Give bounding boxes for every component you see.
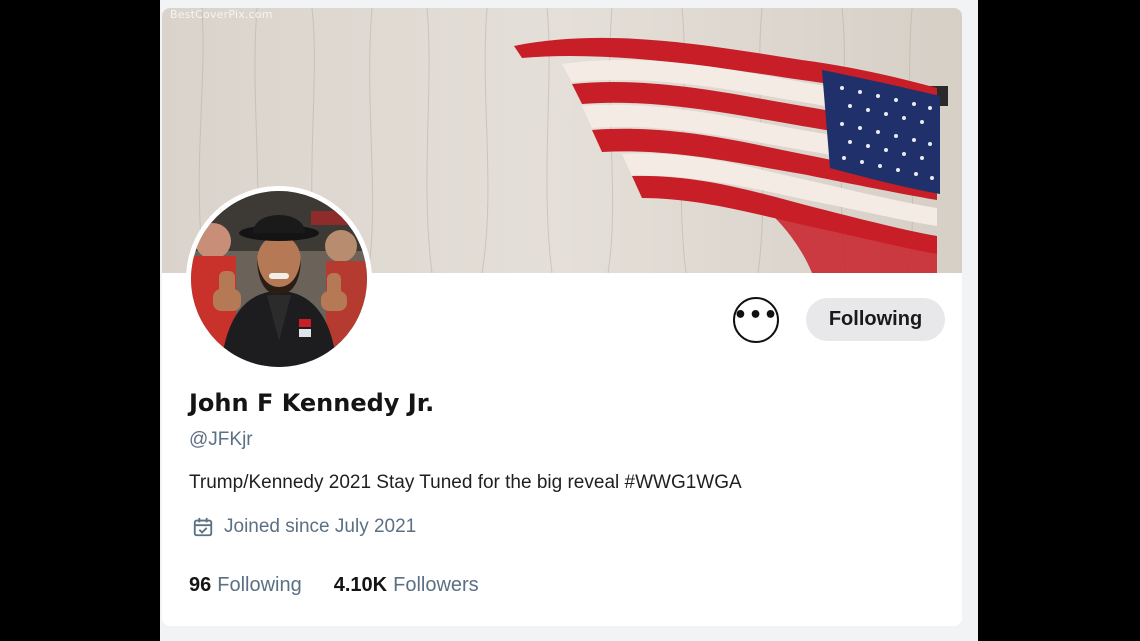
followers-stat[interactable]: 4.10K Followers (334, 574, 479, 597)
more-options-button[interactable]: ••• (733, 297, 779, 343)
followers-count: 4.10K (333, 574, 388, 596)
followers-label: Followers (393, 574, 479, 596)
following-stat[interactable]: 96 Following (189, 574, 302, 597)
joined-label: Joined since July 2021 (224, 516, 417, 537)
profile-name: John F Kennedy Jr. (189, 389, 435, 417)
banner-watermark: BestCoverPix.com (170, 8, 273, 21)
following-label: Following (217, 574, 302, 596)
profile-card: BestCoverPix.com ••• Following John F Ke… (162, 8, 962, 626)
following-button[interactable]: Following (806, 298, 945, 341)
profile-stats: 96 Following 4.10K Followers (189, 574, 479, 597)
profile-bio: Trump/Kennedy 2021 Stay Tuned for the bi… (189, 472, 742, 493)
joined-date: Joined since July 2021 (192, 516, 416, 538)
more-icon: ••• (733, 303, 779, 328)
calendar-icon (193, 517, 213, 537)
profile-handle: @JFKjr (189, 429, 253, 450)
avatar-image (191, 191, 367, 367)
following-count: 96 (189, 574, 212, 596)
profile-avatar[interactable] (186, 186, 372, 372)
